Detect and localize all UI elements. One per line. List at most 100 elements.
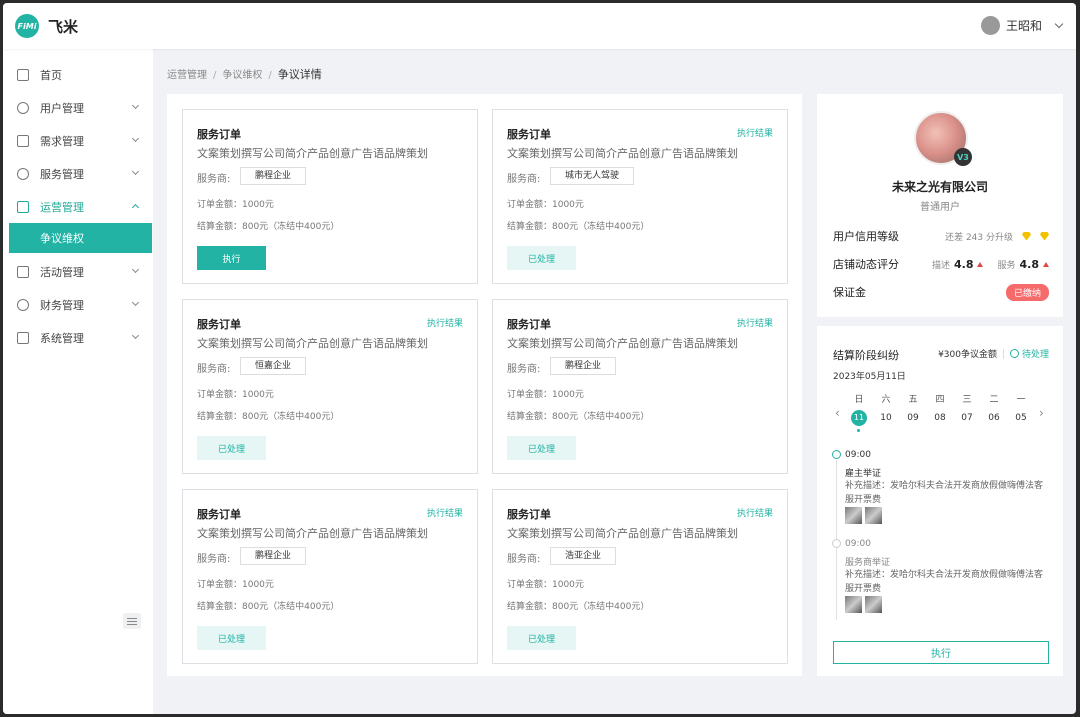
today-dot [857, 429, 860, 432]
up-arrow-icon [1043, 261, 1049, 267]
day-cell[interactable]: 10 [876, 410, 896, 426]
weekday-label: 一 [1016, 395, 1026, 405]
day-cell-selected[interactable]: 11 [851, 410, 867, 426]
result-link[interactable]: 执行结果 [427, 506, 463, 519]
provider-label: 服务商: [507, 554, 541, 565]
sidebar-item-label: 服务管理 [40, 168, 84, 181]
sidebar-item-label: 财务管理 [40, 299, 84, 312]
chevron-down-icon [131, 134, 140, 143]
day-cell[interactable]: 08 [930, 410, 950, 426]
settle-amount: 结算金额：800元（冻结中400元） [507, 602, 650, 612]
processed-button[interactable]: 已处理 [507, 626, 576, 650]
book-icon [17, 201, 29, 213]
breadcrumb-separator: / [213, 70, 217, 81]
timeline-time: 09:00 [845, 539, 871, 549]
chevron-down-icon [131, 265, 140, 274]
check-circle-icon [17, 168, 29, 180]
sidebar-item-label: 需求管理 [40, 135, 84, 148]
card-description: 文案策划撰写公司简介产品创意广告语品牌策划 [507, 527, 738, 540]
order-amount: 订单金额：1000元 [197, 200, 274, 210]
dispute-amount: ¥300争议金额 [938, 350, 997, 360]
day-cell[interactable]: 05 [1011, 410, 1031, 426]
evidence-thumbnail[interactable] [845, 507, 862, 524]
credit-label: 用户信用等级 [833, 230, 899, 243]
weekday-label: 六 [881, 395, 891, 405]
result-link[interactable]: 执行结果 [737, 506, 773, 519]
order-amount: 订单金额：1000元 [197, 580, 274, 590]
chevron-left-icon[interactable]: ‹ [835, 406, 840, 420]
chevron-down-icon [1054, 19, 1064, 29]
credit-row: 用户信用等级 还差 243 分升级 [833, 228, 1049, 244]
sidebar-item-finance[interactable]: 财务管理 [3, 289, 153, 321]
order-amount: 订单金额：1000元 [507, 390, 584, 400]
result-link[interactable]: 执行结果 [737, 316, 773, 329]
evidence-thumbnail[interactable] [865, 596, 882, 613]
sidebar-subitem-dispute[interactable]: 争议维权 [9, 223, 152, 253]
chevron-right-icon[interactable]: › [1039, 406, 1044, 420]
logo: FiMi [15, 14, 39, 38]
deposit-label: 保证金 [833, 286, 866, 299]
card-description: 文案策划撰写公司简介产品创意广告语品牌策划 [197, 527, 428, 540]
service-score: 4.8 [1019, 257, 1040, 271]
sidebar-item-label: 运营管理 [40, 201, 84, 214]
card-description: 文案策划撰写公司简介产品创意广告语品牌策划 [197, 147, 428, 160]
execute-button[interactable]: 执行 [833, 641, 1049, 664]
evidence-thumbnail[interactable] [865, 507, 882, 524]
breadcrumb-item[interactable]: 争议维权 [222, 70, 262, 81]
yen-icon [17, 299, 29, 311]
collapse-sidebar-button[interactable] [123, 613, 141, 629]
dispute-title: 结算阶段纠纷 [833, 349, 899, 362]
breadcrumb-item[interactable]: 运营管理 [167, 70, 207, 81]
breadcrumb-current: 争议详情 [277, 68, 322, 81]
user-name: 王昭和 [1005, 19, 1042, 33]
top-bar: FiMi 飞米 王昭和 [3, 3, 1076, 49]
sidebar-item-operations[interactable]: 运营管理 [3, 191, 153, 223]
day-cell[interactable]: 06 [984, 410, 1004, 426]
sidebar-item-services[interactable]: 服务管理 [3, 158, 153, 190]
day-cell[interactable]: 09 [903, 410, 923, 426]
credit-hint: 还差 243 分升级 [945, 232, 1013, 243]
processed-button[interactable]: 已处理 [507, 246, 576, 270]
provider-label: 服务商: [197, 364, 231, 375]
sidebar-item-demands[interactable]: 需求管理 [3, 125, 153, 157]
sidebar-item-users[interactable]: 用户管理 [3, 92, 153, 124]
sidebar-item-system[interactable]: 系统管理 [3, 322, 153, 354]
processed-button[interactable]: 已处理 [197, 626, 266, 650]
timeline-dot [832, 450, 841, 459]
provider-label: 服务商: [197, 174, 231, 185]
evidence-thumbnail[interactable] [845, 596, 862, 613]
settle-amount: 结算金额：800元（冻结中400元） [197, 222, 340, 232]
order-card: 服务订单 执行结果 文案策划撰写公司简介产品创意广告语品牌策划 服务商: 恒嘉企… [182, 299, 478, 474]
weekday-label: 三 [962, 395, 972, 405]
card-title: 服务订单 [197, 128, 241, 141]
sidebar-item-home[interactable]: 首页 [3, 59, 153, 91]
sidebar-item-label: 系统管理 [40, 332, 84, 345]
processed-button[interactable]: 已处理 [197, 436, 266, 460]
sidebar-item-activities[interactable]: 活动管理 [3, 256, 153, 288]
order-card-grid: 服务订单 文案策划撰写公司简介产品创意广告语品牌策划 服务商: 鹏程企业 订单金… [167, 94, 802, 676]
order-card: 服务订单 执行结果 文案策划撰写公司简介产品创意广告语品牌策划 服务商: 鹏程企… [182, 489, 478, 664]
card-description: 文案策划撰写公司简介产品创意广告语品牌策划 [507, 147, 738, 160]
user-menu[interactable]: 王昭和 [980, 16, 1064, 35]
status-badge: 已缴纳 [1005, 283, 1049, 301]
result-link[interactable]: 执行结果 [427, 316, 463, 329]
user-type: 普通用户 [920, 202, 960, 213]
card-title: 服务订单 [507, 128, 551, 141]
order-card: 服务订单 执行结果 文案策划撰写公司简介产品创意广告语品牌策划 服务商: 城市无… [492, 109, 788, 284]
dashboard-icon [17, 69, 29, 81]
day-cell[interactable]: 07 [957, 410, 977, 426]
provider-tag: 鹏程企业 [240, 547, 307, 565]
dispute-panel: 结算阶段纠纷 ¥300争议金额 待处理 2023年05月11日 ‹ › 日 六 … [817, 326, 1063, 676]
result-link[interactable]: 执行结果 [737, 126, 773, 139]
timeline-desc: 补充描述：发哈尔科夫合法开发商放假做嗨傅法客服开票费 [845, 481, 1044, 505]
processed-button[interactable]: 已处理 [507, 436, 576, 460]
card-title: 服务订单 [197, 318, 241, 331]
settle-amount: 结算金额：800元（冻结中400元） [507, 222, 650, 232]
order-amount: 订单金额：1000元 [507, 200, 584, 210]
execute-button[interactable]: 执行 [197, 246, 266, 270]
diamond-icon [1040, 231, 1049, 241]
megaphone-icon [17, 266, 29, 278]
provider-label: 服务商: [507, 174, 541, 185]
deposit-row: 保证金 已缴纳 [833, 283, 1049, 301]
app-name: 飞米 [48, 18, 79, 36]
